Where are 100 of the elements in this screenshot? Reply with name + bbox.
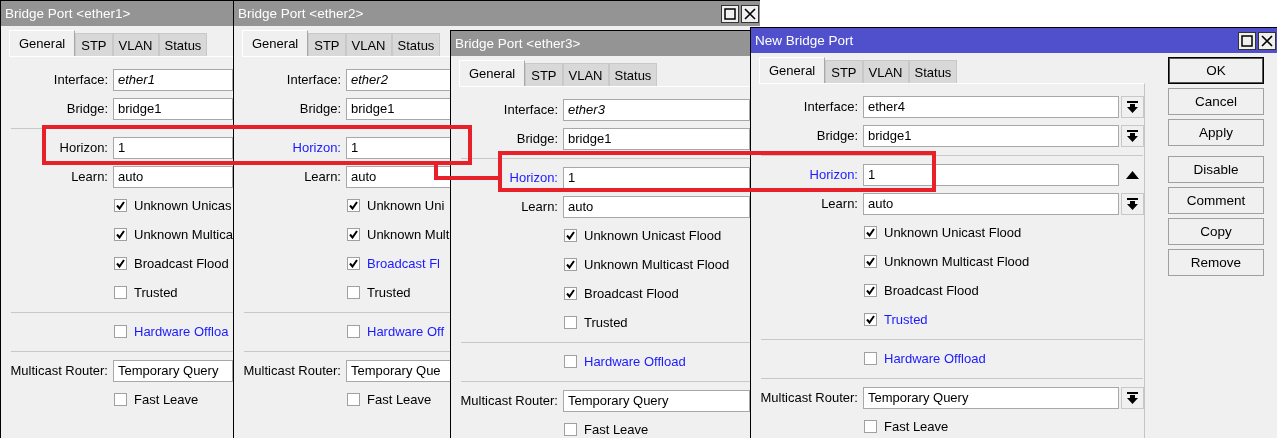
checkbox[interactable] (864, 255, 877, 268)
tab[interactable]: VLAN (862, 60, 909, 83)
tab[interactable]: Status (608, 63, 658, 86)
checkbox[interactable] (347, 393, 360, 406)
checkbox-label: Trusted (134, 285, 178, 300)
checkbox-label: Unknown Unicast Flood (584, 228, 722, 243)
down-arrow-icon[interactable] (1127, 197, 1138, 210)
input-field[interactable]: 1 (346, 136, 451, 159)
field-label: Interface: (285, 72, 341, 87)
checkbox[interactable] (864, 420, 877, 433)
input-field[interactable]: ether1 (113, 68, 233, 91)
checkbox[interactable] (564, 355, 577, 368)
input-field[interactable]: Temporary Query (863, 386, 1119, 409)
checkbox[interactable] (564, 287, 577, 300)
down-arrow-icon[interactable] (1127, 100, 1138, 113)
input-field[interactable]: Temporary Query (563, 389, 750, 412)
input-field[interactable]: ether2 (346, 68, 451, 91)
close-button[interactable] (1258, 31, 1276, 50)
input-field[interactable]: bridge1 (113, 97, 233, 120)
checkbox-label: Unknown Unicast Flood (884, 225, 1022, 240)
checkbox-label: Unknown Unicas (134, 198, 232, 213)
checkbox[interactable] (347, 199, 360, 212)
tab[interactable]: VLAN (562, 63, 609, 86)
input-field[interactable]: 1 (113, 136, 233, 159)
checkbox[interactable] (114, 199, 127, 212)
field-label: Horizon: (58, 140, 108, 155)
ok-button[interactable]: OK (1168, 57, 1264, 84)
checkbox-label: Trusted (367, 285, 411, 300)
checkbox-label: Hardware Offload (884, 351, 986, 366)
tab[interactable]: General (759, 57, 826, 83)
tab[interactable]: General (242, 30, 309, 56)
tab[interactable]: Status (158, 33, 208, 56)
field-label: Multicast Router: (759, 390, 858, 405)
close-button[interactable] (741, 4, 759, 23)
input-field[interactable]: auto (563, 195, 750, 218)
checkbox-label: Broadcast Flood (884, 283, 979, 298)
tab[interactable]: Status (391, 33, 441, 56)
tab[interactable]: STP (308, 33, 346, 56)
checkbox-label: Fast Leave (584, 422, 649, 437)
checkbox-label: Fast Leave (367, 392, 432, 407)
input-field[interactable]: Temporary Que (346, 359, 451, 382)
tab[interactable]: STP (525, 63, 563, 86)
field-label: Bridge: (815, 128, 858, 143)
input-field[interactable]: bridge1 (563, 127, 750, 150)
checkbox[interactable] (347, 257, 360, 270)
maximize-button[interactable] (1238, 31, 1256, 50)
input-field[interactable]: auto (113, 165, 233, 188)
dropdown-button[interactable] (1121, 192, 1144, 215)
input-field[interactable]: ether4 (863, 95, 1119, 118)
checkbox[interactable] (114, 393, 127, 406)
tab[interactable]: General (459, 60, 526, 86)
checkbox[interactable] (114, 228, 127, 241)
checkbox[interactable] (564, 423, 577, 436)
dropdown-button[interactable] (1121, 95, 1144, 118)
checkbox[interactable] (347, 286, 360, 299)
tab[interactable]: VLAN (112, 33, 159, 56)
tab[interactable]: STP (825, 60, 863, 83)
input-field[interactable]: bridge1 (863, 124, 1119, 147)
tab[interactable]: VLAN (345, 33, 392, 56)
tab[interactable]: STP (75, 33, 113, 56)
checkbox[interactable] (864, 313, 877, 326)
dialog-button[interactable]: Copy (1168, 218, 1264, 245)
checkbox[interactable] (564, 316, 577, 329)
input-field[interactable]: auto (863, 192, 1119, 215)
tab[interactable]: General (9, 30, 76, 56)
checkbox[interactable] (347, 325, 360, 338)
dropdown-button[interactable] (1121, 124, 1144, 147)
checkbox[interactable] (114, 286, 127, 299)
down-arrow-icon[interactable] (1127, 391, 1138, 404)
leader-line (434, 163, 500, 180)
checkbox-label: Hardware Offload (584, 354, 686, 369)
dialog-button[interactable]: Disable (1168, 156, 1264, 183)
checkbox[interactable] (564, 229, 577, 242)
input-field[interactable]: 1 (863, 163, 1119, 186)
input-field[interactable]: Temporary Query (113, 359, 233, 382)
checkbox[interactable] (564, 258, 577, 271)
dropdown-button[interactable] (1121, 386, 1144, 409)
dialog-button[interactable]: Comment (1168, 187, 1264, 214)
checkbox-label: Hardware Off (367, 324, 445, 339)
checkbox[interactable] (114, 257, 127, 270)
dialog-button[interactable]: Remove (1168, 249, 1264, 276)
checkbox[interactable] (864, 284, 877, 297)
checkbox[interactable] (864, 226, 877, 239)
checkbox[interactable] (114, 325, 127, 338)
tab[interactable]: Status (908, 60, 958, 83)
checkbox-label: Unknown Multicast Flood (884, 254, 1030, 269)
input-field[interactable]: bridge1 (346, 97, 451, 120)
dialog-button[interactable]: Cancel (1168, 88, 1264, 115)
down-arrow-icon[interactable] (1127, 129, 1138, 142)
checkbox-label: Unknown Mult (367, 227, 450, 242)
window-title: Bridge Port <ether2> (237, 6, 364, 21)
checkbox[interactable] (347, 228, 360, 241)
input-field[interactable]: 1 (563, 166, 750, 189)
checkbox[interactable] (864, 352, 877, 365)
dialog-button[interactable]: Apply (1168, 119, 1264, 146)
input-field[interactable]: auto (346, 165, 451, 188)
collapse-icon[interactable] (1126, 170, 1139, 179)
input-field[interactable]: ether3 (563, 98, 750, 121)
maximize-button[interactable] (721, 4, 739, 23)
field-label: Bridge: (298, 101, 341, 116)
